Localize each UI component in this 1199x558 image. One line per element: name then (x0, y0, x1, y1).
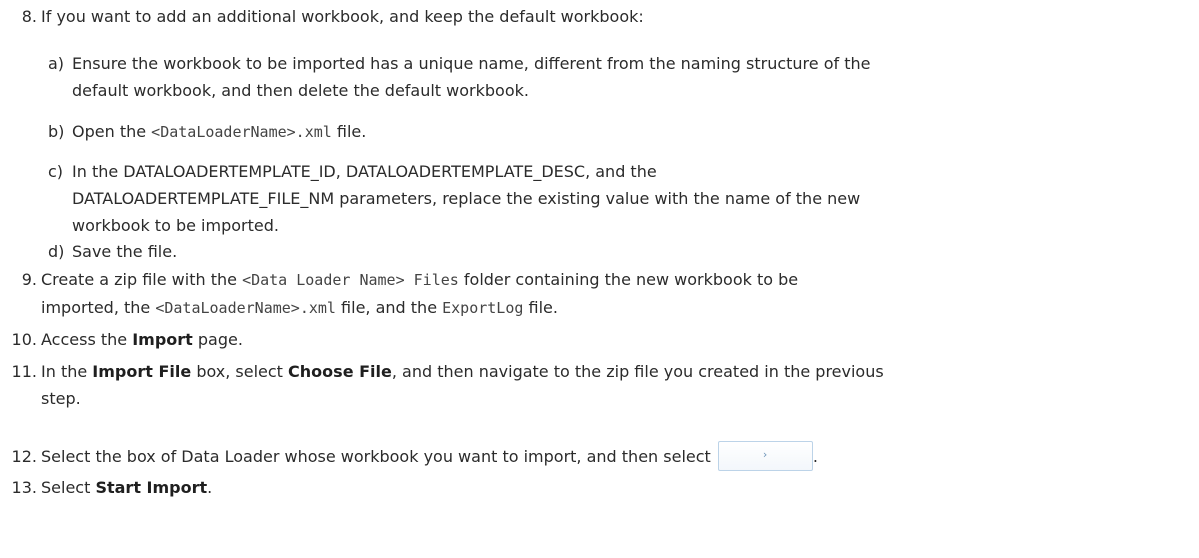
text-fragment: . (812, 447, 818, 466)
substep-text: Ensure the workbook to be imported has a… (72, 50, 870, 104)
text-fragment: Select (41, 478, 96, 497)
step-text: Select the box of Data Loader whose work… (41, 440, 818, 471)
step-number: 11. (11, 362, 37, 381)
text-fragment: . (207, 478, 213, 497)
step-number: 12. (11, 447, 37, 466)
text-fragment: page. (192, 330, 243, 349)
step-text: If you want to add an additional workboo… (41, 7, 644, 26)
step-number: 9. (21, 270, 37, 289)
substep-text-line: DATALOADERTEMPLATE_FILE_NM parameters, r… (72, 189, 861, 208)
substep-b: b) Open the <DataLoaderName>.xml file. (48, 118, 366, 146)
substep-text-line: workbook to be imported. (72, 216, 279, 235)
substep-text: Open the <DataLoaderName>.xml file. (72, 118, 366, 146)
text-fragment: Create a zip file with the (41, 270, 243, 289)
text-fragment: step. (41, 389, 81, 408)
substep-letter: a) (48, 54, 65, 73)
substep-c: c) In the DATALOADERTEMPLATE_ID, DATALOA… (48, 158, 860, 239)
chevron-right-icon: › (762, 447, 768, 461)
substep-letter: d) (48, 242, 65, 261)
substep-text: In the DATALOADERTEMPLATE_ID, DATALOADER… (72, 158, 860, 239)
substep-text-line: default workbook, and then delete the de… (72, 81, 529, 100)
code-folder: <Data Loader Name> Files (242, 271, 459, 289)
step-number: 10. (11, 330, 37, 349)
ui-term-import: Import (132, 330, 193, 349)
ui-term-choose-file: Choose File (288, 362, 392, 381)
text-fragment: file. (523, 298, 558, 317)
text-fragment: folder containing the new workbook to be (458, 270, 799, 289)
step-10: 10. Access the Import page. (0, 326, 243, 353)
substep-text-line: In the DATALOADERTEMPLATE_ID, DATALOADER… (72, 162, 657, 181)
ui-term-import-file: Import File (92, 362, 192, 381)
text-fragment: file. (331, 122, 367, 141)
text-fragment: In the (41, 362, 93, 381)
step-9: 9. Create a zip file with the <Data Load… (0, 266, 798, 322)
step-8: 8. If you want to add an additional work… (0, 3, 644, 30)
substep-letter: c) (48, 162, 64, 181)
substep-a: a) Ensure the workbook to be imported ha… (48, 50, 870, 104)
step-text: In the Import File box, select Choose Fi… (41, 358, 884, 412)
text-fragment: Open the (72, 122, 152, 141)
step-number: 13. (11, 478, 37, 497)
step-number: 8. (21, 7, 37, 26)
ui-term-start-import: Start Import (95, 478, 208, 497)
step-text: Create a zip file with the <Data Loader … (41, 266, 798, 322)
substep-letter: b) (48, 122, 65, 141)
substep-d: d) Save the file. (48, 238, 177, 265)
substep-text-line: Ensure the workbook to be imported has a… (72, 54, 871, 73)
code-filename: <DataLoaderName>.xml (155, 299, 336, 317)
text-fragment: , and then navigate to the zip file you … (391, 362, 884, 381)
step-text: Select Start Import. (41, 474, 212, 501)
code-filename: <DataLoaderName>.xml (151, 123, 332, 141)
text-fragment: imported, the (41, 298, 156, 317)
step-11: 11. In the Import File box, select Choos… (0, 358, 884, 412)
text-fragment: box, select (191, 362, 289, 381)
step-12: 12. Select the box of Data Loader whose … (0, 440, 818, 471)
step-text: Access the Import page. (41, 326, 243, 353)
step-13: 13. Select Start Import. (0, 474, 213, 501)
move-right-button[interactable]: › (717, 440, 813, 471)
code-logfile: ExportLog (442, 299, 524, 317)
text-fragment: Select the box of Data Loader whose work… (41, 447, 716, 466)
text-fragment: Access the (41, 330, 133, 349)
substep-text: Save the file. (72, 242, 178, 261)
text-fragment: file, and the (335, 298, 443, 317)
